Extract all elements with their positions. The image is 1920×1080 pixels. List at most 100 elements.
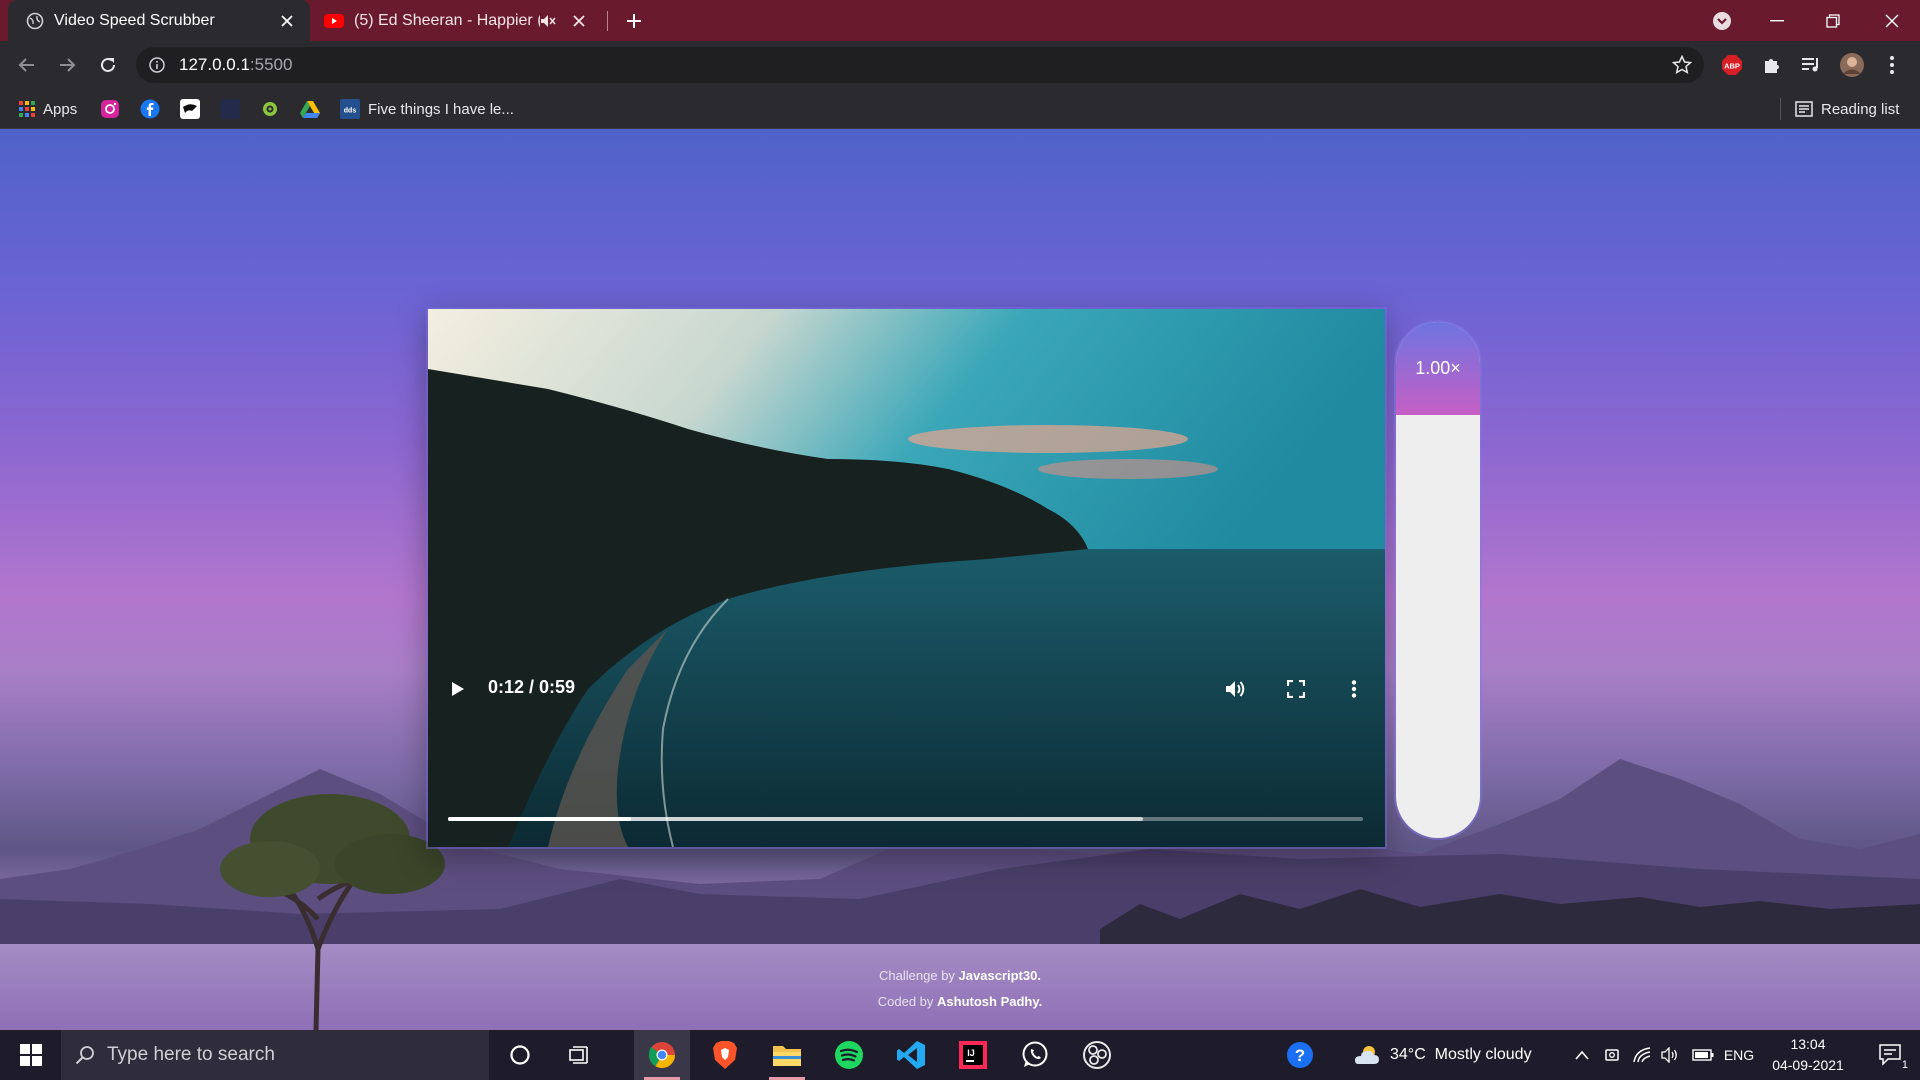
progress-bar[interactable] <box>448 817 1363 821</box>
close-icon[interactable] <box>568 10 590 32</box>
extensions-button[interactable] <box>1758 51 1786 79</box>
help-tray-button[interactable]: ? <box>1280 1030 1320 1080</box>
close-icon <box>1885 14 1899 27</box>
volume-tray-button[interactable] <box>1658 1030 1684 1080</box>
bookmark-facebook[interactable] <box>140 97 160 121</box>
forward-button[interactable] <box>53 51 81 79</box>
close-icon[interactable] <box>276 10 298 32</box>
bookmark-apps[interactable]: Apps <box>19 97 77 121</box>
bookmark-label: Five things I have le... <box>368 100 514 118</box>
url-text: 127.0.0.1:5500 <box>179 55 292 75</box>
folder-icon <box>773 1046 801 1066</box>
bookmarks-bar: Apps dds Five things I have le... Readin… <box>0 89 1920 129</box>
bookmark-label: Apps <box>43 100 78 118</box>
taskbar-search[interactable]: Type here to search <box>61 1030 489 1080</box>
arrow-left-icon <box>18 58 34 72</box>
video-player[interactable]: 0:12 / 0:59 <box>428 309 1385 847</box>
url-host: 127.0.0.1 <box>179 55 250 74</box>
svg-text:dds: dds <box>344 108 357 115</box>
bookmark-google-drive[interactable] <box>300 97 320 121</box>
search-placeholder: Type here to search <box>107 1044 275 1065</box>
adblock-extension-button[interactable]: ABP <box>1718 51 1746 79</box>
credit-coder-name: Ashutosh Padhy. <box>937 994 1043 1009</box>
reading-list-label: Reading list <box>1821 100 1900 118</box>
notification-icon <box>1879 1044 1901 1066</box>
cortana-circle-icon <box>510 1045 530 1065</box>
apps-grid-icon <box>19 101 35 117</box>
fullscreen-button[interactable] <box>1284 677 1308 701</box>
show-hidden-icons-button[interactable] <box>1570 1030 1594 1080</box>
restore-button[interactable] <box>1805 0 1861 41</box>
info-icon[interactable] <box>149 57 165 73</box>
speed-fill: 1.00× <box>1396 322 1480 415</box>
muted-speaker-icon[interactable] <box>540 14 556 28</box>
credit-coder-prefix: Coded by <box>877 994 934 1009</box>
playlist-icon <box>1802 58 1818 72</box>
chrome-icon <box>648 1042 676 1069</box>
puzzle-icon <box>1765 59 1779 73</box>
tab-title: Video Speed Scrubber <box>54 11 215 29</box>
clock-date: 04-09-2021 <box>1772 1057 1844 1073</box>
speed-scrubber[interactable]: 1.00× <box>1396 322 1480 838</box>
tab-search-button[interactable] <box>1694 0 1750 41</box>
taskbar-app-vscode[interactable] <box>883 1030 939 1080</box>
battery-button[interactable] <box>1690 1030 1716 1080</box>
tab-separator <box>607 11 608 31</box>
address-bar[interactable]: 127.0.0.1:5500 <box>136 47 1704 83</box>
taskbar-app-chrome[interactable] <box>634 1030 690 1080</box>
tab-video-speed-scrubber[interactable]: Video Speed Scrubber <box>8 0 310 41</box>
credits: Challenge by Javascript30. Coded by Ashu… <box>0 963 1920 1015</box>
start-button[interactable] <box>0 1030 61 1080</box>
profile-avatar[interactable] <box>1838 51 1866 79</box>
reading-list-button[interactable]: Reading list <box>1795 97 1899 121</box>
play-button[interactable] <box>448 679 468 699</box>
media-control-button[interactable] <box>1797 51 1825 79</box>
svg-text:IJ: IJ <box>967 1048 975 1058</box>
speaker-icon <box>1226 681 1245 697</box>
video-options-button[interactable] <box>1344 677 1364 701</box>
notifications-button[interactable]: 1 <box>1866 1030 1916 1080</box>
bookmark-five-things[interactable]: dds Five things I have le... <box>340 97 514 121</box>
spotify-icon <box>835 1041 863 1069</box>
video-frame <box>428 309 1385 847</box>
star-icon[interactable] <box>1672 55 1692 75</box>
minimize-button[interactable] <box>1749 0 1805 41</box>
weather-widget[interactable]: 34°C Mostly cloudy <box>1352 1030 1558 1080</box>
taskbar-app-obs[interactable] <box>1069 1030 1125 1080</box>
task-view-button[interactable] <box>552 1030 608 1080</box>
bookmark-4[interactable] <box>220 97 240 121</box>
bookmark-icon <box>180 99 200 119</box>
taskbar-app-brave[interactable] <box>697 1030 753 1080</box>
bookmark-instagram[interactable] <box>100 97 120 121</box>
meet-now-button[interactable] <box>1600 1030 1624 1080</box>
abp-icon: ABP <box>1722 55 1742 75</box>
browser-menu-button[interactable] <box>1878 51 1906 79</box>
close-window-button[interactable] <box>1864 0 1920 41</box>
back-button[interactable] <box>13 51 41 79</box>
gear-bug-icon <box>263 102 277 116</box>
reload-button[interactable] <box>94 51 122 79</box>
cortana-button[interactable] <box>492 1030 548 1080</box>
brave-icon <box>713 1041 737 1069</box>
taskbar-app-file-explorer[interactable] <box>759 1030 815 1080</box>
language-indicator[interactable]: ENG <box>1722 1030 1756 1080</box>
new-tab-button[interactable] <box>620 7 648 35</box>
more-vertical-icon <box>1890 56 1894 74</box>
taskbar-app-whatsapp[interactable] <box>1007 1030 1063 1080</box>
taskbar-app-intellij[interactable]: IJ <box>945 1030 1001 1080</box>
bookmark-3[interactable] <box>180 97 200 121</box>
bookmark-5[interactable] <box>260 97 280 121</box>
network-button[interactable] <box>1630 1030 1654 1080</box>
volume-button[interactable] <box>1223 677 1249 701</box>
tab-strip: Video Speed Scrubber (5) Ed Sheeran - Ha… <box>0 0 1920 41</box>
speed-value: 1.00× <box>1415 357 1461 378</box>
taskbar-app-spotify[interactable] <box>821 1030 877 1080</box>
minimize-icon <box>1770 19 1784 21</box>
clock[interactable]: 13:04 04-09-2021 <box>1758 1034 1858 1076</box>
task-view-icon <box>569 1046 588 1064</box>
tab-youtube[interactable]: (5) Ed Sheeran - Happier (Ka <box>310 0 602 41</box>
fullscreen-icon <box>1287 680 1305 698</box>
url-port: :5500 <box>249 55 293 74</box>
avatar-icon <box>1840 53 1864 77</box>
speaker-icon <box>1661 1047 1677 1063</box>
